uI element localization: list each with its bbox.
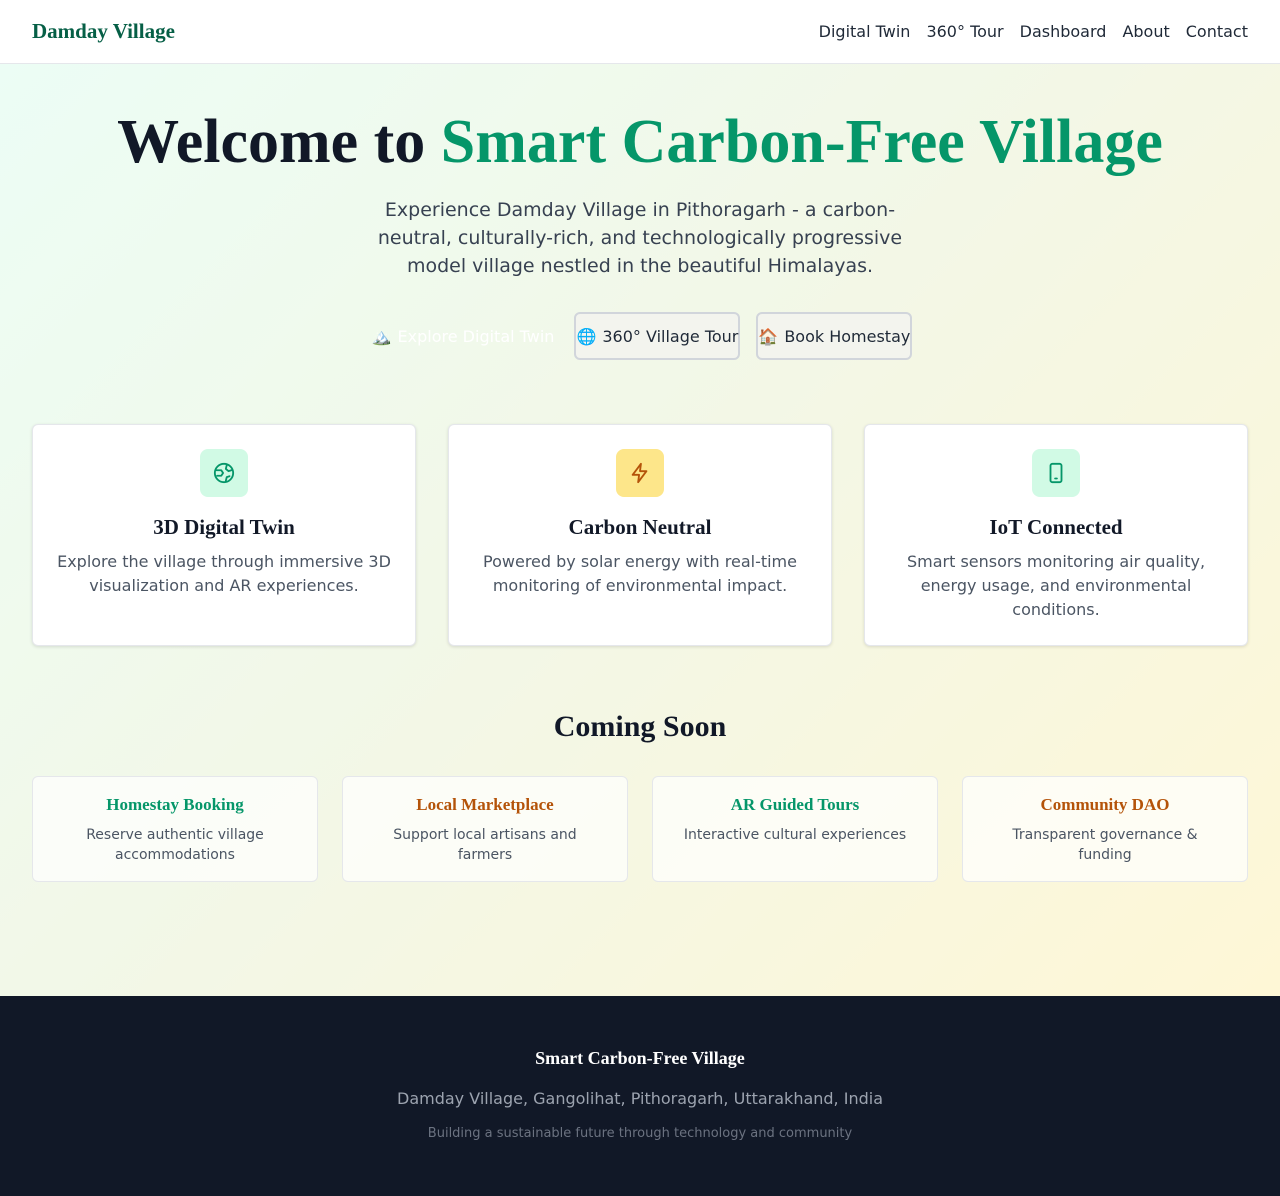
explore-digital-twin-label: Explore Digital Twin (397, 326, 555, 346)
lightning-icon (616, 449, 664, 497)
feature-description: Powered by solar energy with real-time m… (483, 552, 797, 595)
globe-icon: 🌐 (576, 326, 597, 346)
explore-digital-twin-button[interactable]: 🏔️ Explore Digital Twin (368, 312, 559, 360)
coming-soon-desc: Support local artisans and farmers (393, 827, 577, 863)
coming-soon-card-dao: Community DAO Transparent governance & f… (962, 776, 1248, 882)
site-footer: Smart Carbon-Free Village Damday Village… (0, 996, 1280, 1196)
hero-title-prefix: Welcome to (117, 108, 441, 176)
house-icon: 🏠 (758, 326, 779, 346)
nav-link-360-tour[interactable]: 360° Tour (926, 22, 1003, 41)
feature-description: Explore the village through immersive 3D… (57, 552, 391, 595)
hero-title-accent: Smart Carbon-Free Village (440, 108, 1163, 176)
coming-soon-card-marketplace: Local Marketplace Support local artisans… (342, 776, 628, 882)
book-homestay-button[interactable]: 🏠 Book Homestay (756, 312, 913, 360)
footer-address: Damday Village, Gangolihat, Pithoragarh,… (397, 1089, 883, 1108)
footer-title: Smart Carbon-Free Village (535, 1048, 745, 1068)
coming-soon-desc: Reserve authentic village accommodations (86, 827, 264, 863)
village-tour-button[interactable]: 🌐 360° Village Tour (574, 312, 741, 360)
coming-soon-title-ar-tours: AR Guided Tours (730, 795, 860, 814)
coming-soon-card-homestay: Homestay Booking Reserve authentic villa… (32, 776, 318, 882)
hero-actions: 🏔️ Explore Digital Twin 🌐 360° Village T… (0, 312, 1280, 360)
feature-title: 3D Digital Twin (153, 515, 295, 539)
mountain-icon: 🏔️ (371, 326, 392, 346)
coming-soon-title: Coming Soon (553, 710, 727, 743)
feature-title: IoT Connected (989, 515, 1123, 539)
coming-soon-title-marketplace: Local Marketplace (416, 795, 554, 814)
feature-description: Smart sensors monitoring air quality, en… (906, 552, 1206, 619)
feature-card-carbon-neutral: Carbon Neutral Powered by solar energy w… (448, 424, 832, 646)
coming-soon-desc: Interactive cultural experiences (683, 827, 907, 843)
nav-link-digital-twin[interactable]: Digital Twin (819, 22, 911, 41)
feature-card-iot: IoT Connected Smart sensors monitoring a… (864, 424, 1248, 646)
main-nav: Digital Twin 360° Tour Dashboard About C… (803, 22, 1248, 41)
coming-soon-card-ar-tours: AR Guided Tours Interactive cultural exp… (652, 776, 938, 882)
coming-soon-grid: Homestay Booking Reserve authentic villa… (0, 776, 1280, 882)
coming-soon-desc: Transparent governance & funding (1012, 827, 1198, 863)
hero-title: Welcome to Smart Carbon-Free Village (0, 110, 1280, 174)
village-tour-label: 360° Village Tour (602, 326, 739, 346)
footer-tagline: Building a sustainable future through te… (427, 1126, 853, 1141)
nav-link-dashboard[interactable]: Dashboard (1020, 22, 1107, 41)
hero-subtitle: Experience Damday Village in Pithoragarh… (377, 199, 903, 277)
globe-icon (200, 449, 248, 497)
feature-title: Carbon Neutral (568, 515, 712, 539)
book-homestay-label: Book Homestay (784, 326, 911, 346)
nav-link-contact[interactable]: Contact (1186, 22, 1248, 41)
coming-soon-title-homestay: Homestay Booking (106, 795, 244, 814)
top-navbar: Damday Village Digital Twin 360° Tour Da… (0, 0, 1280, 64)
brand-logo[interactable]: Damday Village (32, 19, 175, 44)
smartphone-icon (1032, 449, 1080, 497)
feature-cards: 3D Digital Twin Explore the village thro… (0, 424, 1280, 646)
nav-link-about[interactable]: About (1122, 22, 1169, 41)
coming-soon-title-dao: Community DAO (1040, 795, 1170, 814)
feature-card-digital-twin: 3D Digital Twin Explore the village thro… (32, 424, 416, 646)
main-content: Welcome to Smart Carbon-Free Village Exp… (0, 64, 1280, 996)
